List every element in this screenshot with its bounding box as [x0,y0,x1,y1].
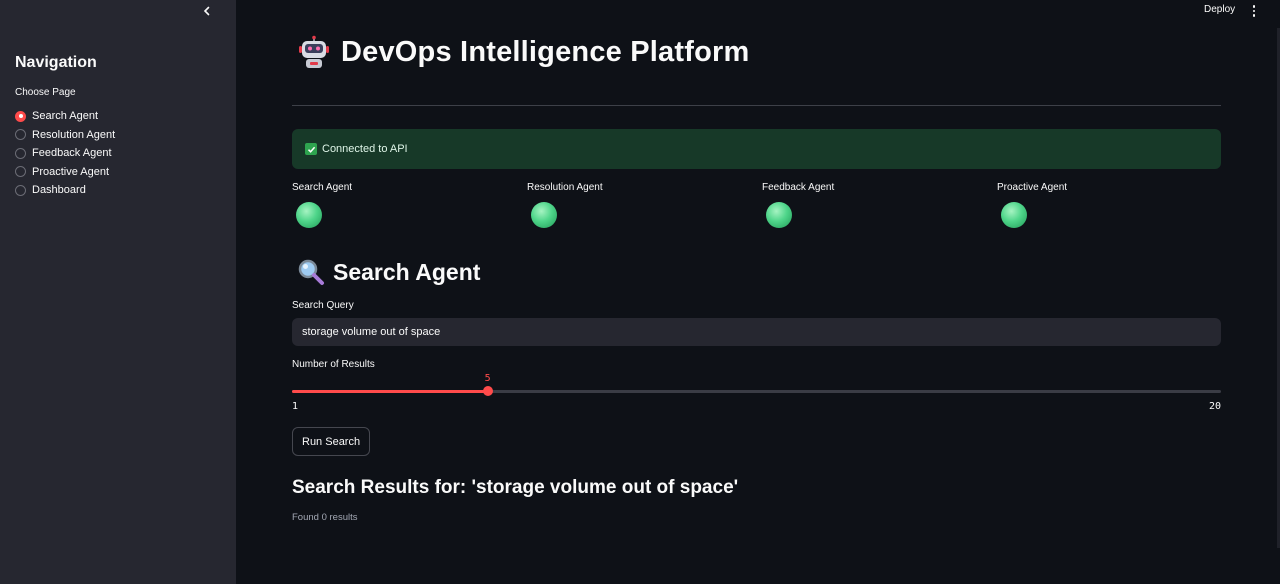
agent-label: Search Agent [292,182,353,193]
agent-status-search: Search Agent [292,182,492,228]
radio-option-feedback-agent[interactable]: Feedback Agent [15,144,115,163]
page-radio-group: Search Agent Resolution Agent Feedback A… [15,107,115,200]
results-count: Found 0 results [292,512,358,523]
radio-option-dashboard[interactable]: Dashboard [15,181,115,200]
robot-icon [299,35,329,68]
choose-page-label: Choose Page [15,87,76,98]
radio-label: Resolution Agent [32,128,116,141]
number-of-results-label: Number of Results [292,359,375,370]
checkmark-icon [305,143,317,155]
section-header: Search Agent [297,258,480,286]
status-indicator-icon [1001,202,1027,228]
agent-status-feedback: Feedback Agent [762,182,962,228]
main-content: DevOps Intelligence Platform Connected t… [292,0,1221,584]
slider-thumb[interactable] [482,386,493,396]
radio-empty-icon [15,166,26,178]
search-query-label: Search Query [292,300,354,311]
radio-option-search-agent[interactable]: Search Agent [15,107,115,126]
slider-min-label: 1 [292,401,299,412]
agent-status-resolution: Resolution Agent [527,182,727,228]
connection-status-text: Connected to API [322,143,408,155]
search-query-input[interactable] [292,318,1221,346]
slider-max-label: 20 [1208,401,1221,412]
radio-selected-icon [15,110,26,122]
agent-label: Resolution Agent [527,182,603,193]
radio-empty-icon [15,129,26,141]
section-title: Search Agent [333,258,481,285]
results-title: Search Results for: 'storage volume out … [292,477,739,498]
sidebar-title: Navigation [15,54,97,71]
agent-status-proactive: Proactive Agent [997,182,1197,228]
kebab-menu-icon[interactable] [1248,3,1260,19]
status-indicator-icon [296,202,322,228]
radio-label: Feedback Agent [32,147,112,160]
title-row: DevOps Intelligence Platform [297,35,750,69]
radio-label: Dashboard [32,184,86,197]
radio-option-resolution-agent[interactable]: Resolution Agent [15,126,115,145]
sidebar: Navigation Choose Page Search Agent Reso… [0,0,236,584]
status-indicator-icon [766,202,792,228]
slider-fill [292,390,488,393]
page-title: DevOps Intelligence Platform [341,35,750,68]
magnifier-icon [298,259,324,285]
slider-value-label: 5 [484,373,491,384]
connection-status-alert: Connected to API [292,129,1221,169]
radio-label: Search Agent [32,110,99,123]
divider [292,105,1221,106]
radio-empty-icon [15,184,26,196]
number-of-results-slider: 5 1 20 [292,372,1221,416]
status-indicator-icon [531,202,557,228]
agent-label: Proactive Agent [997,182,1068,193]
agent-label: Feedback Agent [762,182,835,193]
radio-empty-icon [15,147,26,159]
slider-track[interactable] [292,386,1221,396]
run-search-button[interactable]: Run Search [292,427,371,456]
radio-label: Proactive Agent [32,165,110,178]
chevron-left-icon[interactable] [198,3,216,21]
radio-option-proactive-agent[interactable]: Proactive Agent [15,163,115,182]
